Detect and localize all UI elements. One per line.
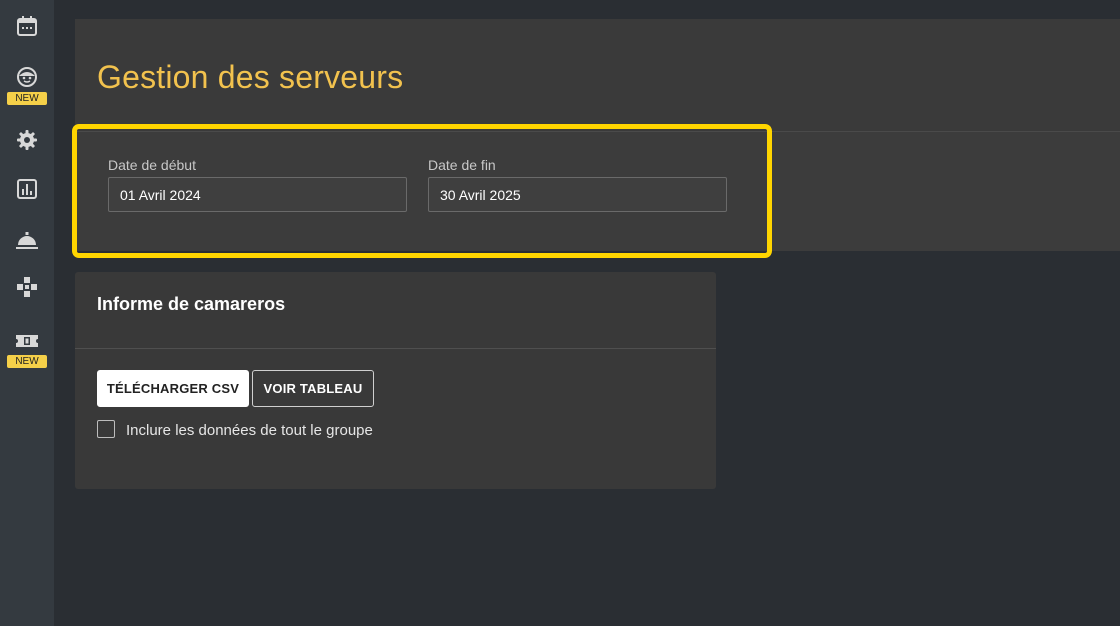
end-date-label: Date de fin — [428, 157, 496, 173]
sidebar-item-reports[interactable] — [0, 178, 54, 200]
new-badge: NEW — [7, 92, 47, 105]
service-bell-icon — [16, 232, 38, 249]
view-table-button[interactable]: VOIR TABLEAU — [252, 370, 374, 407]
card-title: Informe de camareros — [97, 294, 286, 314]
sidebar-item-integrations[interactable] — [0, 276, 54, 298]
sidebar-item-calendar[interactable] — [0, 15, 54, 37]
include-group-checkbox[interactable] — [97, 420, 115, 438]
ticket-icon — [16, 335, 38, 347]
puzzle-icon — [17, 277, 37, 297]
end-date-input[interactable] — [428, 177, 727, 212]
include-group-label: Inclure les données de tout le groupe — [126, 422, 373, 439]
date-filters-panel: Date de début Date de fin — [75, 131, 1120, 251]
new-badge: NEW — [7, 355, 47, 368]
sidebar-item-settings[interactable] — [0, 129, 54, 151]
gear-icon — [17, 130, 37, 150]
report-card: Informe de camareros TÉLÉCHARGER CSV VOI… — [75, 272, 716, 489]
start-date-label: Date de début — [108, 157, 196, 173]
sidebar: NEW NEW — [0, 0, 54, 626]
download-csv-button[interactable]: TÉLÉCHARGER CSV — [97, 370, 249, 407]
sidebar-item-tickets[interactable]: NEW — [0, 331, 54, 368]
start-date-input[interactable] — [108, 177, 407, 212]
face-icon — [17, 67, 37, 87]
sidebar-item-service[interactable] — [0, 229, 54, 251]
card-divider — [75, 348, 716, 349]
sidebar-item-face[interactable]: NEW — [0, 66, 54, 105]
bar-chart-icon — [17, 179, 37, 199]
calendar-icon — [17, 16, 37, 36]
page-title: Gestion des serveurs — [97, 59, 404, 95]
